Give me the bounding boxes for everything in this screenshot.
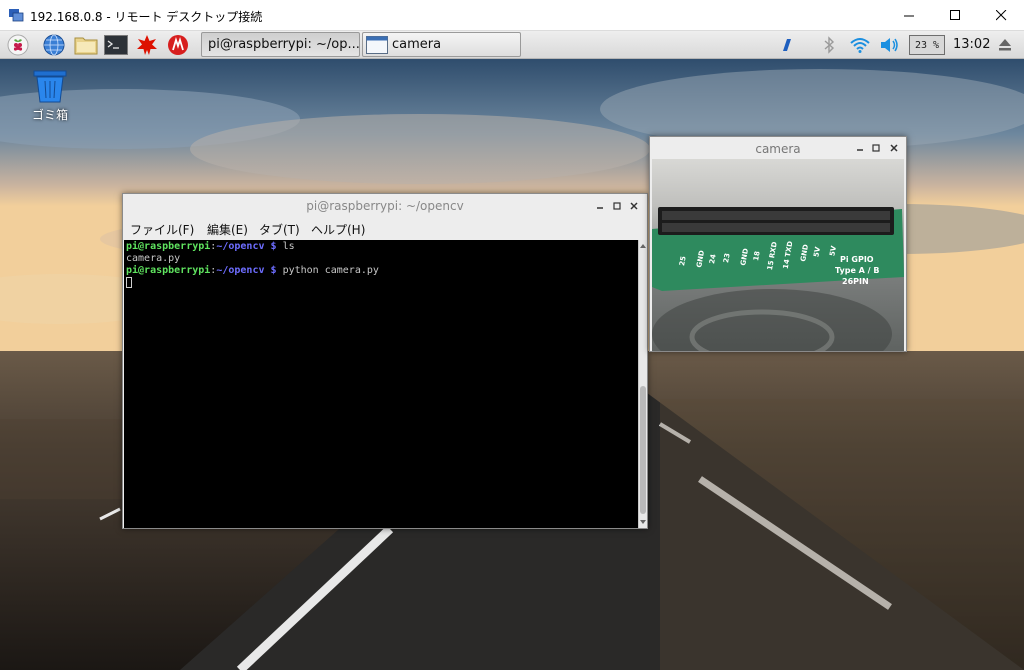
terminal-titlebar[interactable]: pi@raspberrypi: ~/opencv bbox=[123, 194, 647, 218]
minimize-icon bbox=[903, 15, 914, 17]
camera-maximize-button[interactable] bbox=[868, 140, 884, 156]
volume-tray[interactable] bbox=[879, 34, 901, 56]
prompt-user: pi@raspberrypi bbox=[126, 241, 211, 252]
rdp-titlebar: 192.168.0.8 - リモート デスクトップ接続 bbox=[0, 0, 1024, 31]
pcb-type: Type A / B bbox=[835, 266, 880, 275]
trash-icon bbox=[33, 70, 67, 103]
maximize-icon bbox=[613, 202, 621, 210]
maximize-icon bbox=[872, 144, 880, 152]
pcb-pin-label: 25 bbox=[678, 255, 688, 267]
pcb-brand: Pi GPIO bbox=[840, 255, 874, 264]
scroll-up-icon[interactable] bbox=[639, 242, 647, 250]
task-terminal[interactable]: pi@raspberrypi: ~/op... bbox=[201, 32, 360, 57]
rdp-window-title: 192.168.0.8 - リモート デスクトップ接続 bbox=[30, 10, 263, 24]
terminal-title: pi@raspberrypi: ~/opencv bbox=[306, 199, 464, 213]
terminal-close-button[interactable] bbox=[626, 198, 642, 214]
remote-desktop-icon bbox=[9, 9, 24, 22]
terminal-line: pi@raspberrypi:~/opencv $ ls bbox=[126, 241, 295, 253]
file-manager-launcher[interactable] bbox=[74, 33, 98, 57]
minimize-button[interactable] bbox=[886, 0, 932, 31]
wifi-icon bbox=[850, 38, 870, 53]
task-camera[interactable]: camera bbox=[362, 32, 521, 57]
window-icon bbox=[366, 35, 388, 54]
camera-window[interactable]: camera 25 GND 24 23 GND 18 15 RXD 14 TXD… bbox=[649, 136, 907, 352]
folder-icon bbox=[74, 37, 98, 55]
terminal-minimize-button[interactable] bbox=[592, 198, 608, 214]
terminal-icon bbox=[104, 35, 128, 55]
terminal-line: camera.py bbox=[126, 253, 180, 265]
bluetooth-icon bbox=[824, 36, 835, 54]
cpu-monitor[interactable]: 23 % bbox=[909, 35, 945, 55]
maximize-icon bbox=[949, 10, 960, 20]
eject-icon bbox=[999, 39, 1011, 51]
terminal-cursor bbox=[126, 277, 132, 288]
command-output: camera.py bbox=[126, 253, 181, 264]
terminal-output[interactable]: pi@raspberrypi:~/opencv $ ls camera.py p… bbox=[124, 240, 638, 528]
trash-label: ゴミ箱 bbox=[31, 108, 68, 122]
eject-tray[interactable] bbox=[994, 34, 1016, 56]
raspberry-menu-button[interactable] bbox=[6, 33, 30, 57]
command: python camera.py bbox=[276, 265, 379, 276]
flag-icon bbox=[783, 39, 791, 51]
pcb-pin-label: 24 bbox=[708, 253, 718, 265]
menu-edit[interactable]: 編集(E) bbox=[207, 221, 248, 238]
bluetooth-tray[interactable] bbox=[818, 34, 840, 56]
clock[interactable]: 13:02 bbox=[953, 37, 990, 52]
cpu-value: 23 % bbox=[914, 39, 940, 51]
taskbar-panel: pi@raspberrypi: ~/op... camera 23 % 13:0… bbox=[0, 31, 1024, 59]
task-label: pi@raspberrypi: ~/op... bbox=[208, 37, 360, 52]
terminal-scrollbar[interactable] bbox=[638, 240, 647, 528]
volume-icon bbox=[881, 38, 898, 52]
maximize-button[interactable] bbox=[932, 0, 978, 31]
terminal-menubar: ファイル(F) 編集(E) タブ(T) ヘルプ(H) bbox=[123, 218, 647, 240]
task-label: camera bbox=[392, 37, 442, 52]
minimize-icon bbox=[597, 207, 603, 209]
web-browser-launcher[interactable] bbox=[42, 33, 66, 57]
command: ls bbox=[276, 241, 295, 252]
scroll-thumb[interactable] bbox=[640, 386, 646, 514]
pcb-pin-label: 18 bbox=[752, 250, 762, 262]
prompt-path: ~/opencv $ bbox=[216, 265, 277, 276]
close-icon bbox=[630, 202, 638, 210]
close-icon bbox=[995, 10, 1006, 21]
camera-preview: 25 GND 24 23 GND 18 15 RXD 14 TXD GND 5V… bbox=[652, 159, 904, 351]
menu-file[interactable]: ファイル(F) bbox=[130, 221, 194, 238]
pcb-pin-label: 23 bbox=[722, 252, 732, 264]
menu-tabs[interactable]: タブ(T) bbox=[259, 221, 300, 238]
scroll-down-icon[interactable] bbox=[639, 518, 647, 526]
raspberry-icon bbox=[7, 34, 29, 56]
camera-close-button[interactable] bbox=[886, 140, 902, 156]
prompt-path: ~/opencv $ bbox=[216, 241, 277, 252]
bluetooth-applet[interactable] bbox=[776, 34, 798, 56]
close-icon bbox=[890, 144, 898, 152]
globe-icon bbox=[43, 34, 65, 56]
prompt-user: pi@raspberrypi bbox=[126, 265, 211, 276]
camera-titlebar[interactable]: camera bbox=[650, 137, 906, 159]
wifi-tray[interactable] bbox=[849, 34, 871, 56]
terminal-launcher[interactable] bbox=[104, 33, 128, 57]
mathematica-icon bbox=[168, 35, 188, 55]
wolfram-icon bbox=[137, 35, 157, 55]
terminal-line: pi@raspberrypi:~/opencv $ python camera.… bbox=[126, 265, 379, 277]
pcb-pins: 26PIN bbox=[842, 277, 869, 286]
wolfram-launcher[interactable] bbox=[135, 33, 159, 57]
camera-minimize-button[interactable] bbox=[852, 140, 868, 156]
terminal-window[interactable]: pi@raspberrypi: ~/opencv ファイル(F) 編集(E) タ… bbox=[122, 193, 648, 529]
mathematica-launcher[interactable] bbox=[166, 33, 190, 57]
close-button[interactable] bbox=[978, 0, 1024, 31]
minimize-icon bbox=[857, 149, 863, 151]
terminal-maximize-button[interactable] bbox=[609, 198, 625, 214]
trash-desktop-icon[interactable] bbox=[30, 69, 70, 106]
menu-help[interactable]: ヘルプ(H) bbox=[311, 221, 365, 238]
